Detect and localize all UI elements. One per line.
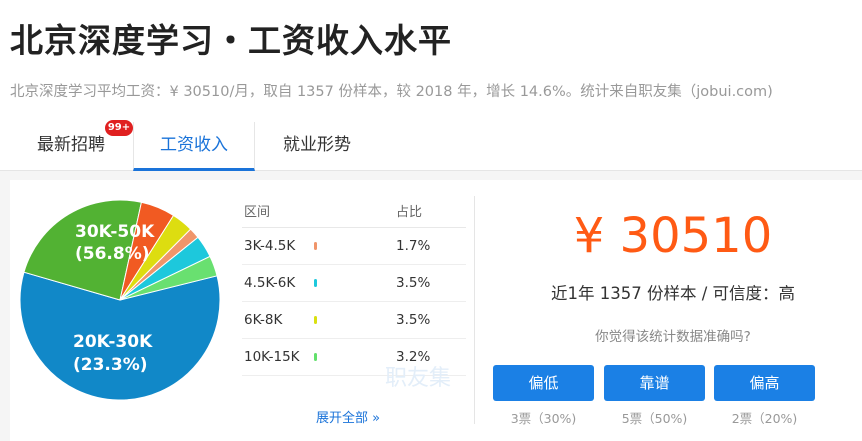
range-color-marker: [314, 242, 317, 250]
salary-pie-chart: 30K-50K (56.8%) 20K-30K (23.3%): [20, 200, 221, 401]
page-title: 北京深度学习・工资收入水平: [10, 21, 452, 60]
pie-pct-20k-30k: (23.3%): [73, 355, 148, 375]
tab-badge: 99+: [105, 120, 133, 136]
range-cell: 4.5K-6K: [244, 275, 296, 291]
pct-cell: 3.5%: [396, 312, 431, 328]
pct-cell: 3.5%: [396, 275, 431, 291]
vote-low-count: 3票（30%): [510, 411, 577, 426]
vote-low-button[interactable]: 偏低: [493, 365, 594, 401]
range-color-marker: [314, 316, 317, 324]
table-header: 区间 占比: [242, 199, 466, 228]
range-cell: 6K-8K: [244, 312, 283, 328]
tab-employment[interactable]: 就业形势: [280, 122, 354, 168]
pie-label-30k-50k: 30K-50K: [75, 222, 155, 242]
col-range-header: 区间: [244, 205, 271, 220]
table-row: 4.5K-6K 3.5%: [242, 265, 466, 302]
range-cell: 3K-4.5K: [244, 238, 296, 254]
pie-pct-30k-50k: (56.8%): [75, 244, 150, 264]
pct-cell: 1.7%: [396, 238, 431, 254]
watermark: 职友集: [385, 366, 452, 391]
accuracy-question: 你觉得该统计数据准确吗?: [595, 329, 751, 345]
average-salary: ¥ 30510: [573, 208, 773, 264]
col-pct-header: 占比: [396, 205, 423, 220]
salary-range-table: 区间 占比 3K-4.5K 1.7% 4.5K-6K 3.5% 6K-8K 3.…: [242, 199, 466, 376]
tab-latest-jobs[interactable]: 最新招聘: [34, 122, 108, 168]
page-subtitle: 北京深度学习平均工资：¥ 30510/月，取自 1357 份样本，较 2018 …: [10, 84, 773, 100]
range-color-marker: [314, 353, 317, 361]
vote-high-button[interactable]: 偏高: [714, 365, 815, 401]
tab-salary[interactable]: 工资收入: [133, 122, 255, 171]
vertical-divider: [474, 196, 475, 424]
table-row: 6K-8K 3.5%: [242, 302, 466, 339]
vote-reliable-count: 5票（50%): [621, 411, 688, 426]
expand-all-link[interactable]: 展开全部 »: [316, 407, 380, 426]
pie-label-20k-30k: 20K-30K: [73, 332, 153, 352]
table-row: 3K-4.5K 1.7%: [242, 228, 466, 265]
range-color-marker: [314, 279, 317, 287]
vote-reliable-button[interactable]: 靠谱: [604, 365, 705, 401]
vote-high-count: 2票（20%): [731, 411, 798, 426]
range-cell: 10K-15K: [244, 349, 300, 365]
page-header: 北京深度学习・工资收入水平 北京深度学习平均工资：¥ 30510/月，取自 13…: [0, 0, 862, 171]
sample-info: 近1年 1357 份样本 / 可信度：高: [550, 284, 796, 303]
